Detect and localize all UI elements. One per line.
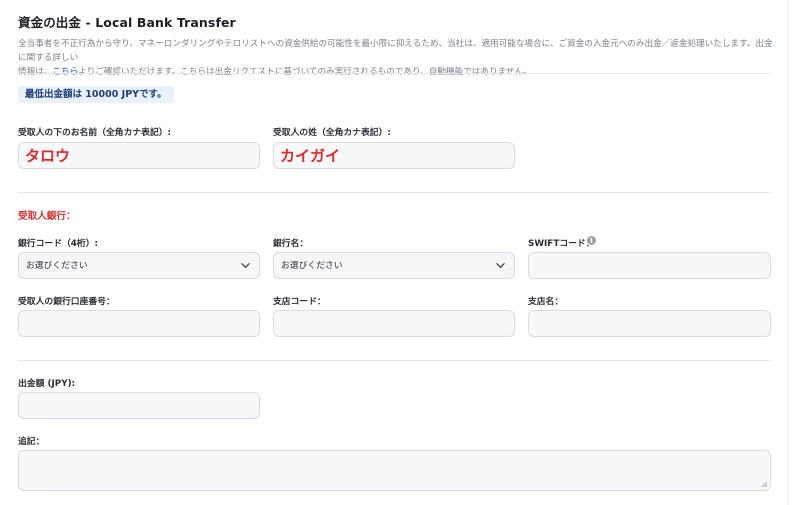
description-text-2: 情報は、 [18, 67, 53, 77]
first-name-field[interactable]: タロウ [18, 142, 260, 169]
bank-code-selected: お選びください [26, 261, 88, 271]
info-icon[interactable]: i [587, 236, 596, 245]
panel-edge [788, 0, 789, 505]
bank-section-title: 受取人銀行： [18, 211, 76, 222]
amount-label: 出金額 (JPY): [18, 379, 76, 389]
bank-name-select[interactable]: お選びください [273, 252, 515, 279]
bank-name-label: 銀行名： [273, 239, 309, 249]
branch-code-input[interactable] [273, 310, 515, 337]
notes-textarea[interactable] [18, 450, 771, 491]
divider [18, 360, 770, 361]
account-number-input[interactable] [18, 310, 260, 337]
last-name-field[interactable]: カイガイ [273, 142, 515, 169]
branch-code-label: 支店コード： [273, 297, 326, 307]
description-text-3: よりご確認いただけます。こちらは出金リクエストに基づいてのみ実行されるものであり… [78, 67, 532, 77]
resize-grip-icon[interactable] [760, 480, 768, 488]
chevron-down-icon [241, 263, 250, 268]
bank-code-label: 銀行コード（4桁）: [18, 239, 99, 249]
amount-input[interactable] [18, 392, 260, 419]
bank-name-selected: お選びください [281, 261, 343, 271]
first-name-label: 受取人の下のお名前（全角カナ表記）: [18, 128, 172, 138]
details-link[interactable]: こちら [52, 67, 78, 77]
account-number-label: 受取人の銀行口座番号： [18, 297, 115, 307]
branch-name-input[interactable] [528, 310, 771, 337]
divider [18, 73, 770, 74]
min-withdrawal-badge: 最低出金額は 10000 JPYです。 [18, 86, 174, 103]
bank-code-select[interactable]: お選びください [18, 252, 260, 279]
description-text-1: 全当事者を不正行為から守り、マネーロンダリングやテロリストへの資金供給の可能性を… [18, 39, 773, 63]
first-name-value: タロウ [25, 147, 71, 165]
swift-label: SWIFTコード： [528, 239, 595, 249]
withdrawal-form: 資金の出金 - Local Bank Transfer 全当事者を不正行為から守… [0, 0, 800, 505]
page-title: 資金の出金 - Local Bank Transfer [18, 15, 236, 30]
notes-label: 追記： [18, 437, 45, 447]
last-name-value: カイガイ [280, 147, 341, 165]
divider [18, 192, 770, 193]
branch-name-label: 支店名： [528, 297, 564, 307]
swift-input[interactable] [528, 252, 771, 279]
chevron-down-icon [496, 263, 505, 268]
last-name-label: 受取人の姓（全角カナ表記）: [273, 128, 391, 138]
